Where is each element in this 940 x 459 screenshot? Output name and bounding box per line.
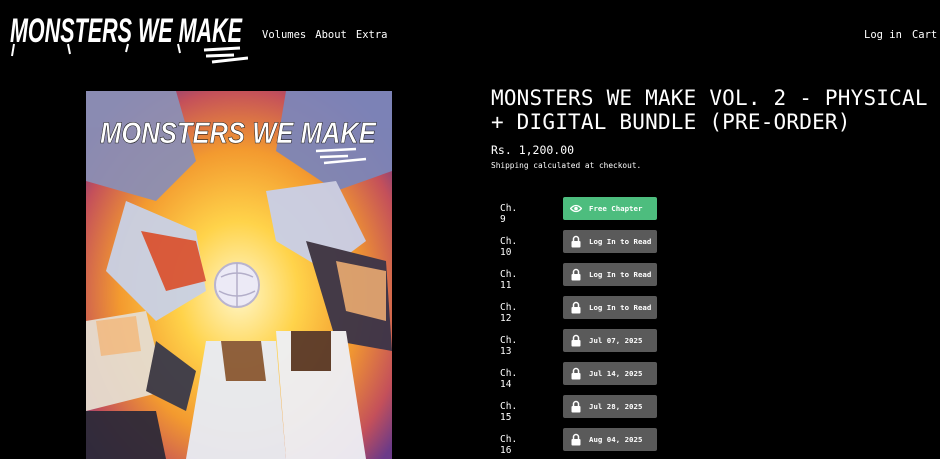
nav-volumes[interactable]: Volumes xyxy=(262,29,306,41)
chapter-label: Ch. 16 xyxy=(500,434,518,456)
lock-icon xyxy=(570,334,582,347)
button-label: Free Chapter xyxy=(589,204,643,213)
chapter-label: Ch. 13 xyxy=(500,335,518,357)
scheduled-chapter-button[interactable]: Jul 07, 2025 xyxy=(563,329,657,352)
lock-icon xyxy=(570,268,582,281)
login-to-read-button[interactable]: Log In to Read xyxy=(563,263,657,286)
cart-link[interactable]: Cart ( xyxy=(912,29,940,41)
login-to-read-button[interactable]: Log In to Read xyxy=(563,296,657,319)
free-chapter-button[interactable]: Free Chapter xyxy=(563,197,657,220)
button-label: Log In to Read xyxy=(589,237,652,246)
lock-icon xyxy=(570,400,582,413)
nav-extra[interactable]: Extra xyxy=(356,29,388,41)
chapter-label: Ch. 14 xyxy=(500,368,518,390)
nav-about[interactable]: About xyxy=(315,29,347,41)
chapter-label: Ch. 12 xyxy=(500,302,518,324)
cover-image: MONSTERS WE MAKE xyxy=(86,91,392,459)
scheduled-chapter-button[interactable]: Aug 04, 2025 xyxy=(563,428,657,451)
lock-icon xyxy=(570,367,582,380)
button-label: Log In to Read xyxy=(589,303,652,312)
chapter-label: Ch. 15 xyxy=(500,401,518,423)
button-label: Jul 07, 2025 xyxy=(589,336,643,345)
lock-icon xyxy=(570,301,582,314)
account-nav: Log in Cart ( xyxy=(864,29,940,41)
product-title: MONSTERS WE MAKE VOL. 2 - PHYSICAL + DIG… xyxy=(491,86,928,134)
scheduled-chapter-button[interactable]: Jul 14, 2025 xyxy=(563,362,657,385)
scheduled-chapter-button[interactable]: Jul 28, 2025 xyxy=(563,395,657,418)
product-price: Rs. 1,200.00 xyxy=(491,143,575,157)
login-to-read-button[interactable]: Log In to Read xyxy=(563,230,657,253)
button-label: Aug 04, 2025 xyxy=(589,435,643,444)
main-nav: Volumes About Extra xyxy=(262,29,387,41)
eye-icon xyxy=(570,202,582,215)
site-logo[interactable]: MONSTERS WE MAKE xyxy=(8,6,248,68)
chapter-label: Ch. 10 xyxy=(500,236,518,258)
lock-icon xyxy=(570,235,582,248)
chapter-label: Ch. 11 xyxy=(500,269,518,291)
cover-title: MONSTERS WE MAKE xyxy=(100,117,377,150)
button-label: Jul 28, 2025 xyxy=(589,402,643,411)
product-page: MONSTERS WE MAKE Volumes About Extra Log… xyxy=(0,0,940,459)
lock-icon xyxy=(570,433,582,446)
shipping-note: Shipping calculated at checkout. xyxy=(491,161,642,170)
button-label: Log In to Read xyxy=(589,270,652,279)
login-link[interactable]: Log in xyxy=(864,29,902,41)
logo-text: MONSTERS WE MAKE xyxy=(10,12,243,50)
button-label: Jul 14, 2025 xyxy=(589,369,643,378)
chapter-label: Ch. 9 xyxy=(500,203,518,225)
